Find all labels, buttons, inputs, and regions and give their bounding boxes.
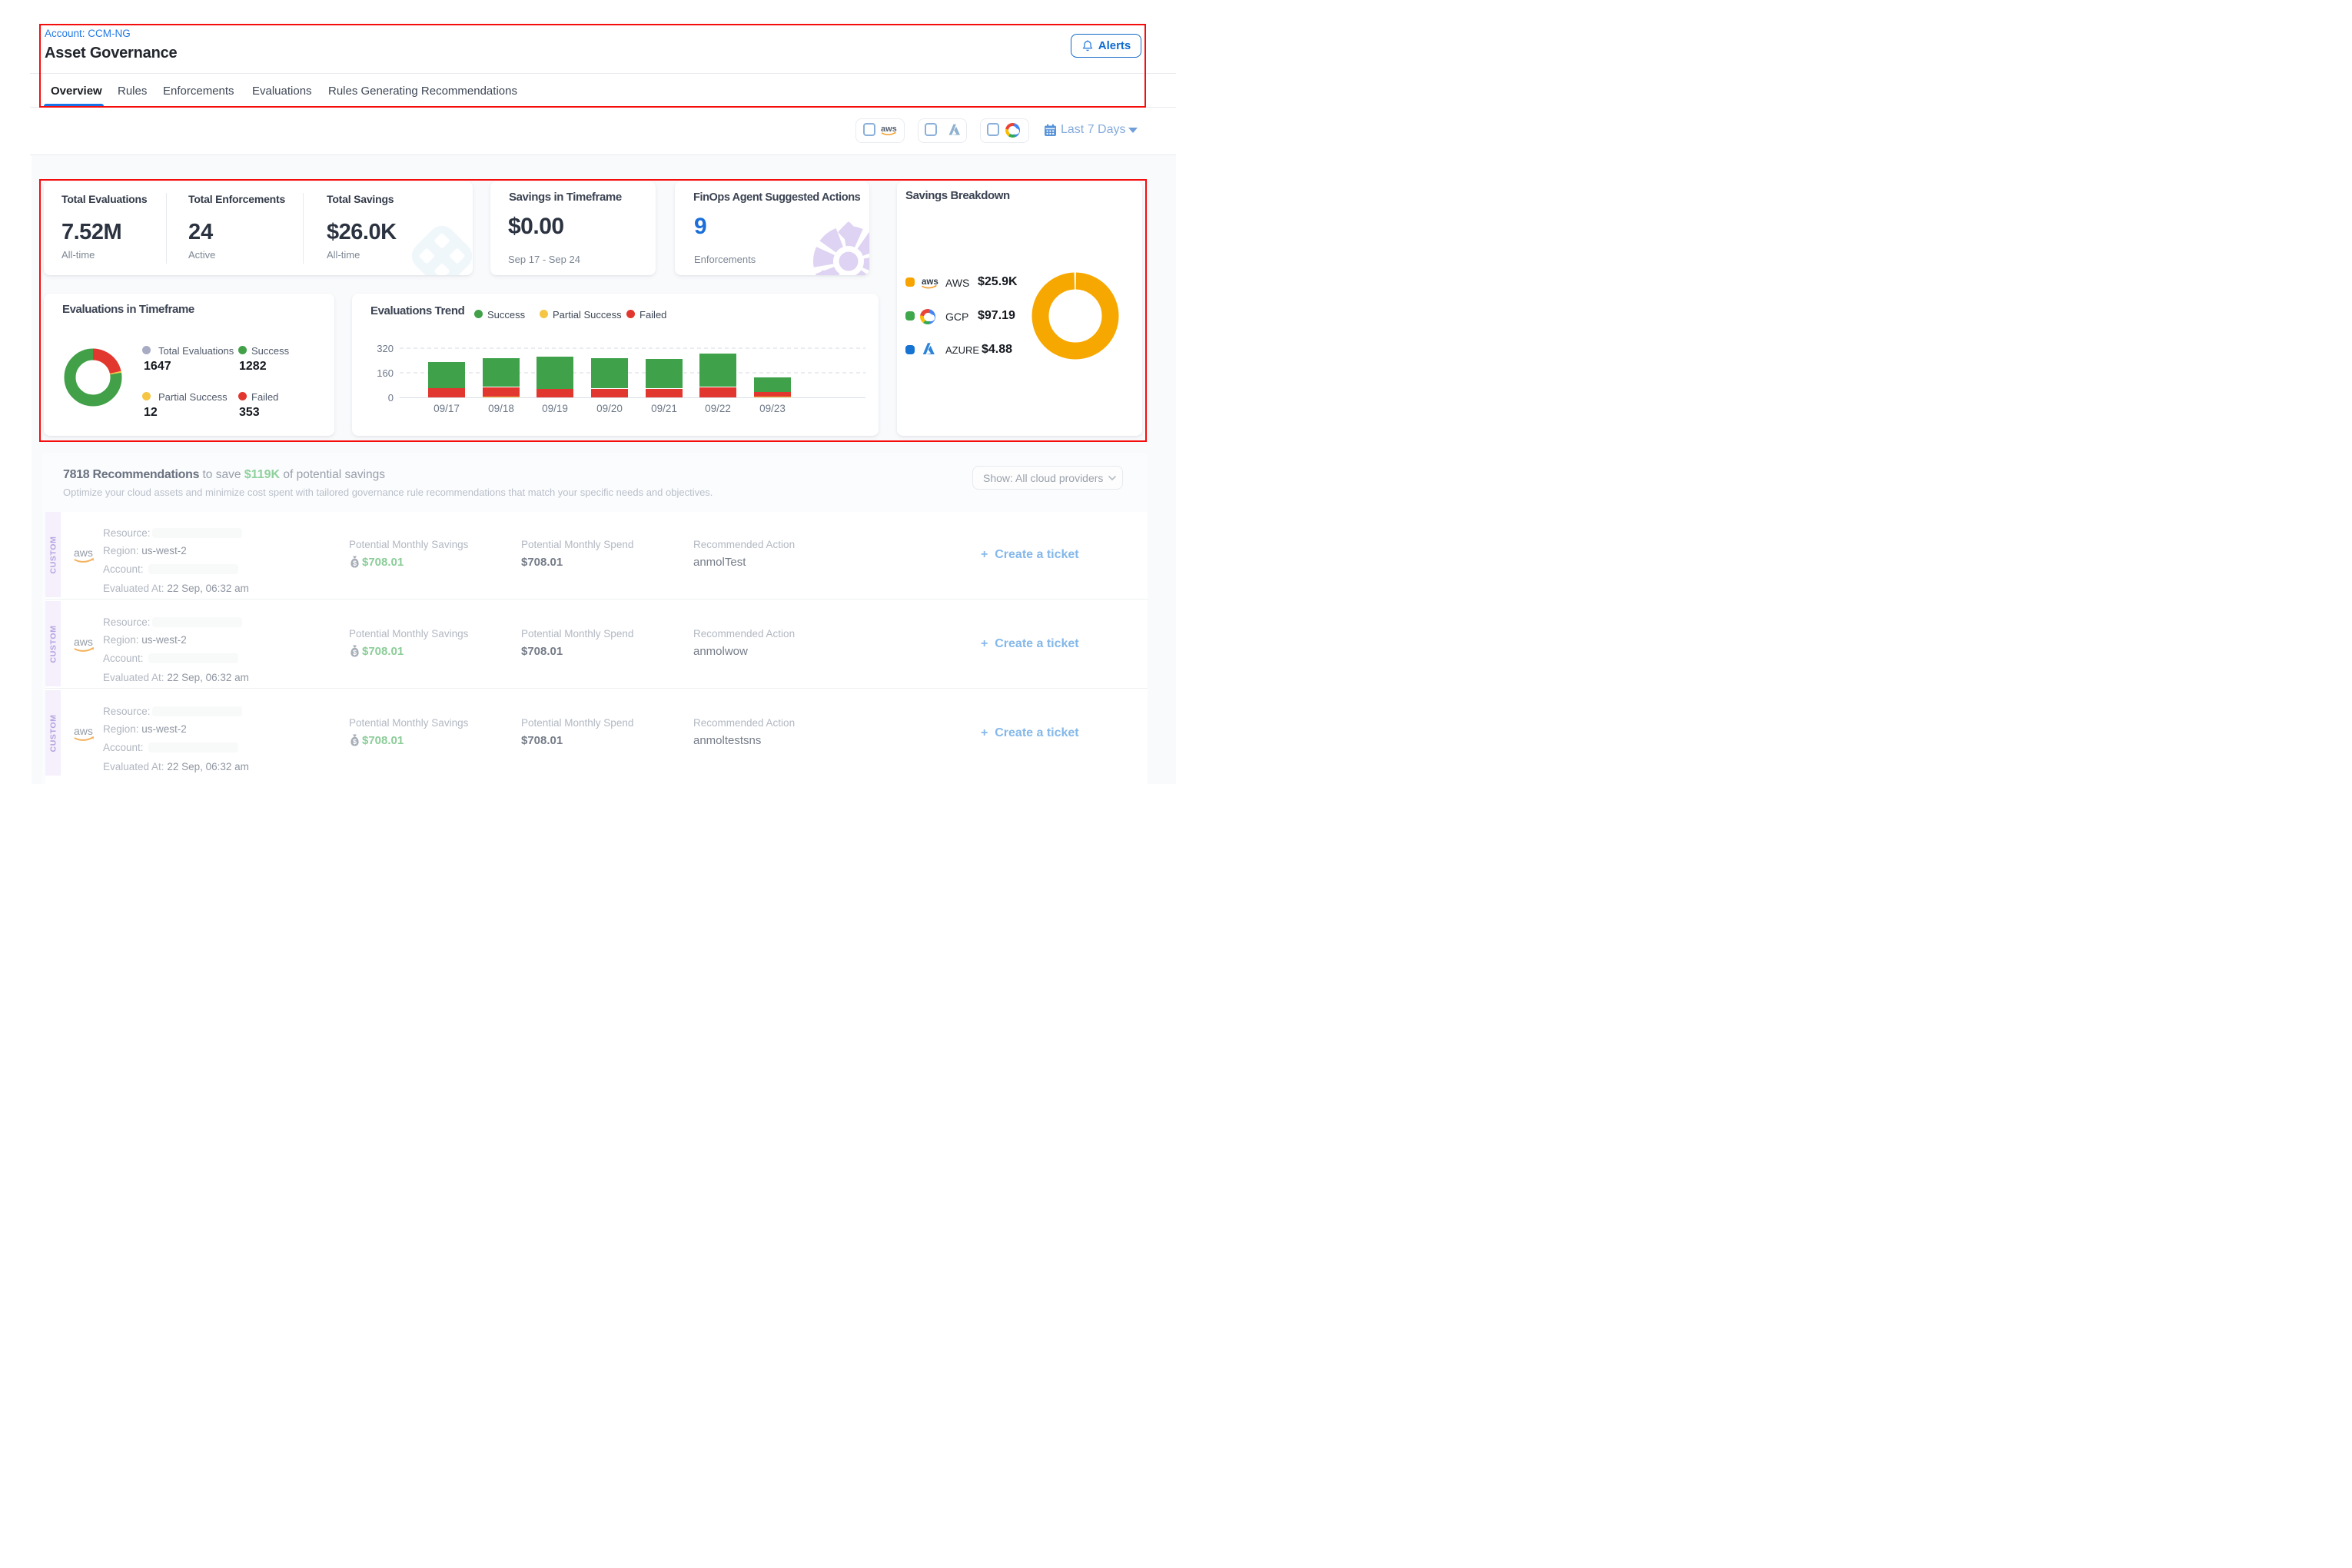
svg-text:aws: aws xyxy=(74,636,93,648)
svg-text:$: $ xyxy=(353,560,357,567)
svg-text:$: $ xyxy=(353,649,357,656)
svg-text:aws: aws xyxy=(881,125,897,134)
svg-text:aws: aws xyxy=(74,725,93,737)
svg-text:aws: aws xyxy=(74,546,93,559)
svg-text:$: $ xyxy=(353,738,357,746)
